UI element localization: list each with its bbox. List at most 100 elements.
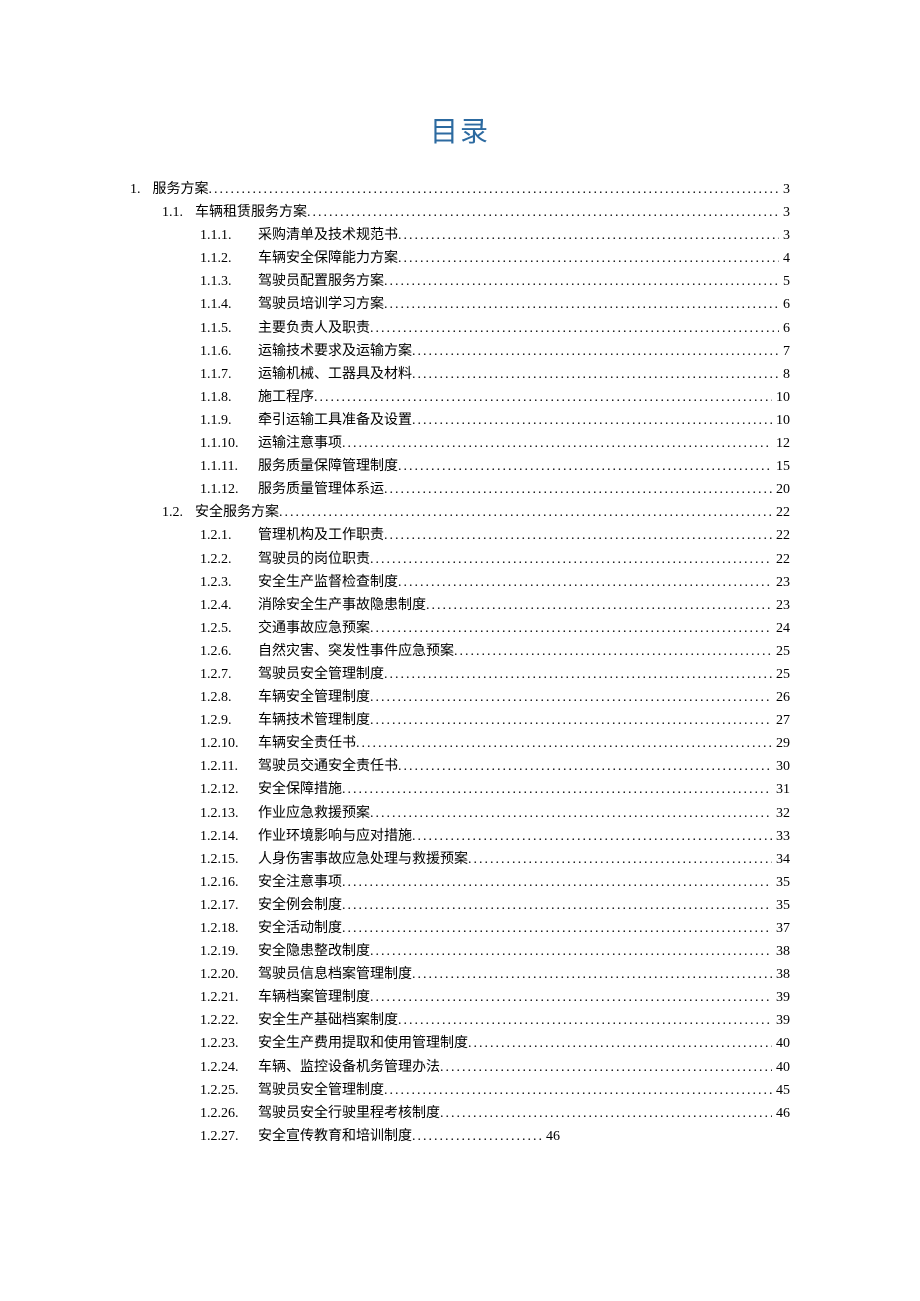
toc-entry-text: 车辆安全管理制度 — [258, 686, 370, 709]
toc-entry: 1.2.16.安全注意事项35 — [200, 871, 790, 894]
toc-leader-dots — [412, 340, 779, 363]
toc-entry: 1.2.11.驾驶员交通安全责任书30 — [200, 755, 790, 778]
toc-entry-number: 1.2.8. — [200, 686, 248, 709]
toc-entry-page: 24 — [776, 617, 790, 640]
toc-entry-text: 驾驶员的岗位职责 — [258, 548, 370, 571]
toc-entry: 1.1.4.驾驶员培训学习方案6 — [200, 293, 790, 316]
toc-leader-dots — [370, 986, 772, 1009]
toc-entry-number: 1.1.7. — [200, 363, 248, 386]
toc-entry: 1.1.8. 施工程序 10 — [200, 386, 790, 409]
toc-entry-page: 34 — [776, 848, 790, 871]
toc-entry-number: 1.2.7. — [200, 663, 248, 686]
toc-entry-text: 牵引运输工具准备及设置 — [258, 409, 412, 432]
toc-entry-text: 驾驶员安全行驶里程考核制度 — [258, 1102, 440, 1125]
toc-entry-text: 服务方案 — [153, 178, 209, 201]
toc-leader-dots — [370, 548, 772, 571]
toc-entry-page: 3 — [783, 201, 790, 224]
toc-entry-text: 施工程序 — [258, 386, 314, 409]
toc-leader-dots — [370, 617, 772, 640]
toc-leader-dots — [384, 478, 772, 501]
toc-entry: 1.1.9.牵引运输工具准备及设置10 — [200, 409, 790, 432]
toc-entry-text: 安全保障措施 — [258, 778, 342, 801]
toc-entry-number: 1.2.14. — [200, 825, 248, 848]
toc-entry-text: 服务质量管理体系运 — [258, 478, 384, 501]
toc-leader-dots — [384, 1079, 772, 1102]
toc-entry-page: 46 — [776, 1102, 790, 1125]
toc-entry-page: 20 — [776, 478, 790, 501]
toc-entry-page: 40 — [776, 1056, 790, 1079]
toc-entry-page: 22 — [776, 501, 790, 524]
toc-entry-page: 10 — [776, 386, 790, 409]
toc-entry-page: 39 — [776, 986, 790, 1009]
toc-entry-text: 安全注意事项 — [258, 871, 342, 894]
toc-entry-text: 运输注意事项 — [258, 432, 342, 455]
toc-leader-dots — [440, 1056, 772, 1079]
toc-entry-number: 1.2.19. — [200, 940, 248, 963]
toc-entry: 1.1.6.运输技术要求及运输方案7 — [200, 340, 790, 363]
toc-leader-dots — [342, 432, 772, 455]
toc-entry: 1.2.安全服务方案22 — [162, 501, 790, 524]
toc-entry-page: 26 — [776, 686, 790, 709]
toc-entry-text: 安全宣传教育和培训制度 — [258, 1125, 412, 1148]
toc-entry-number: 1.2. — [162, 501, 183, 524]
toc-leader-dots — [398, 455, 772, 478]
toc-entry-text: 安全生产监督检查制度 — [258, 571, 398, 594]
toc-entry: 1.1.10.运输注意事项12 — [200, 432, 790, 455]
toc-leader-dots — [412, 963, 772, 986]
toc-entry-text: 驾驶员信息档案管理制度 — [258, 963, 412, 986]
toc-leader-dots — [412, 825, 772, 848]
toc-entry-text: 驾驶员安全管理制度 — [258, 1079, 384, 1102]
toc-entry-text: 安全生产基础档案制度 — [258, 1009, 398, 1032]
toc-entry: 1.2.6.自然灾害、突发性事件应急预案25 — [200, 640, 790, 663]
toc-leader-dots — [342, 917, 772, 940]
toc-entry-number: 1. — [130, 178, 141, 201]
toc-entry-text: 作业环境影响与应对措施 — [258, 825, 412, 848]
toc-leader-dots — [209, 178, 780, 201]
toc-entry-text: 人身伤害事故应急处理与救援预案 — [258, 848, 468, 871]
toc-entry: 1.2.17.安全例会制度35 — [200, 894, 790, 917]
toc-entry-number: 1.1.8. — [200, 386, 248, 409]
toc-leader-dots — [398, 1009, 772, 1032]
toc-leader-dots — [412, 1125, 542, 1148]
toc-entry: 1.2.27.安全宣传教育和培训制度46 — [200, 1125, 790, 1148]
toc-leader-dots — [412, 409, 772, 432]
toc-entry-number: 1.1.4. — [200, 293, 248, 316]
toc-entry-page: 5 — [783, 270, 790, 293]
toc-leader-dots — [468, 1032, 772, 1055]
toc-entry-page: 6 — [783, 293, 790, 316]
toc-leader-dots — [342, 894, 772, 917]
toc-entry-text: 车辆租赁服务方案 — [195, 201, 307, 224]
toc-entry: 1.2.23.安全生产费用提取和使用管理制度40 — [200, 1032, 790, 1055]
toc-leader-dots — [384, 524, 772, 547]
toc-leader-dots — [384, 270, 779, 293]
toc-entry-text: 运输技术要求及运输方案 — [258, 340, 412, 363]
toc-entry: 1.1.11.服务质量保障管理制度15 — [200, 455, 790, 478]
toc-leader-dots — [356, 732, 772, 755]
toc-leader-dots — [398, 224, 779, 247]
toc-entry-text: 交通事故应急预案 — [258, 617, 370, 640]
toc-entry-number: 1.1.11. — [200, 455, 248, 478]
toc-entry: 1.2.12.安全保障措施31 — [200, 778, 790, 801]
toc-entry: 1.2.3.安全生产监督检查制度23 — [200, 571, 790, 594]
toc-entry-text: 作业应急救援预案 — [258, 802, 370, 825]
toc-entry: 1.2.1.管理机构及工作职责22 — [200, 524, 790, 547]
toc-entry: 1.1.车辆租赁服务方案3 — [162, 201, 790, 224]
toc-entry-number: 1.2.18. — [200, 917, 248, 940]
toc-entry-page: 31 — [776, 778, 790, 801]
toc-entry-number: 1.2.9. — [200, 709, 248, 732]
toc-entry: 1.1.12.服务质量管理体系运20 — [200, 478, 790, 501]
toc-entry-text: 采购清单及技术规范书 — [258, 224, 398, 247]
toc-entry-text: 车辆安全保障能力方案 — [258, 247, 398, 270]
toc-entry: 1.2.9.车辆技术管理制度27 — [200, 709, 790, 732]
toc-entry-text: 主要负责人及职责 — [258, 317, 370, 340]
toc-entry: 1.1.3.驾驶员配置服务方案5 — [200, 270, 790, 293]
toc-entry-page: 23 — [776, 594, 790, 617]
toc-entry-text: 消除安全生产事故隐患制度 — [258, 594, 426, 617]
toc-entry-text: 驾驶员安全管理制度 — [258, 663, 384, 686]
toc-entry-number: 1.2.16. — [200, 871, 248, 894]
toc-entry-number: 1.2.23. — [200, 1032, 248, 1055]
toc-entry-page: 45 — [776, 1079, 790, 1102]
toc-entry-number: 1.2.4. — [200, 594, 248, 617]
toc-leader-dots — [426, 594, 772, 617]
toc-entry-page: 7 — [783, 340, 790, 363]
